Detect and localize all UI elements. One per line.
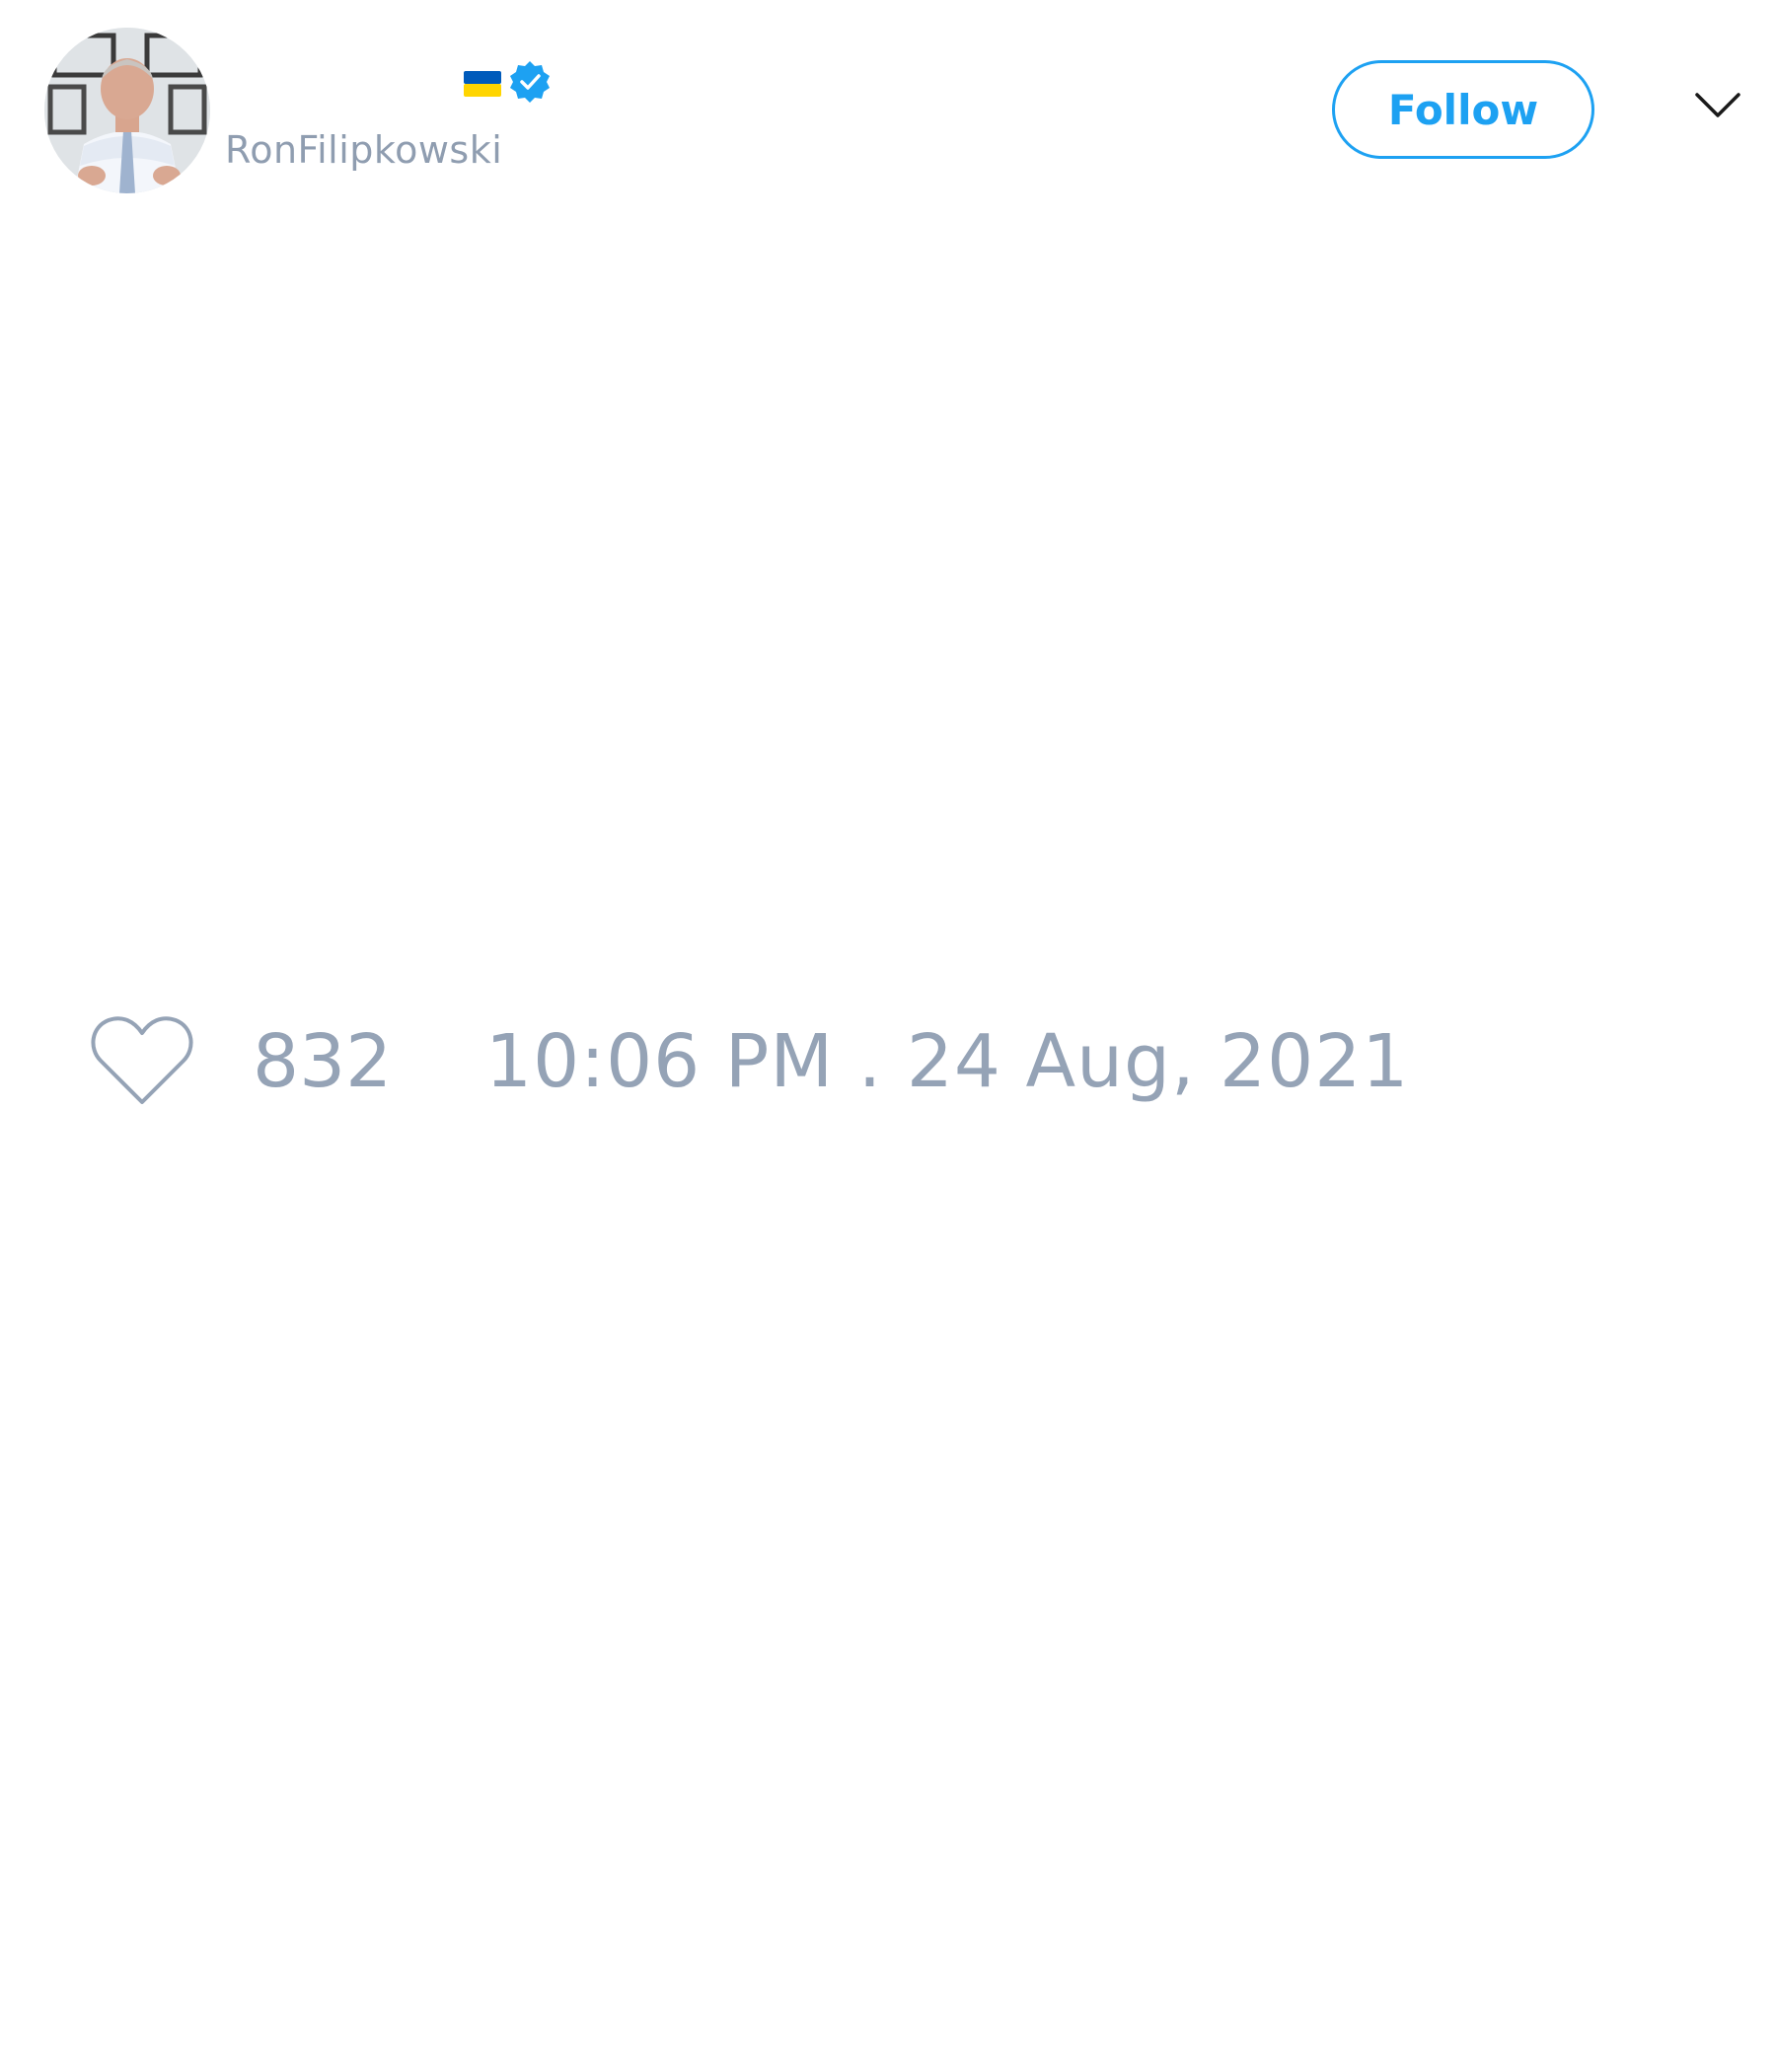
name-row xyxy=(227,57,553,107)
tweet-card: RonFilipkowski Follow 832 10:06 PM . 24 … xyxy=(0,0,1776,2072)
follow-button[interactable]: Follow xyxy=(1332,60,1594,159)
tweet-header: RonFilipkowski Follow xyxy=(0,0,1776,217)
like-count: 832 xyxy=(253,1019,393,1104)
avatar[interactable] xyxy=(44,28,210,193)
heart-icon[interactable] xyxy=(89,1011,195,1110)
user-handle[interactable]: RonFilipkowski xyxy=(225,128,502,172)
avatar-photo xyxy=(44,28,210,193)
verified-badge-icon xyxy=(507,59,553,105)
chevron-down-icon[interactable] xyxy=(1694,91,1741,120)
ukraine-flag-icon xyxy=(464,71,501,97)
tweet-timestamp[interactable]: 10:06 PM . 24 Aug, 2021 xyxy=(485,1016,1409,1107)
